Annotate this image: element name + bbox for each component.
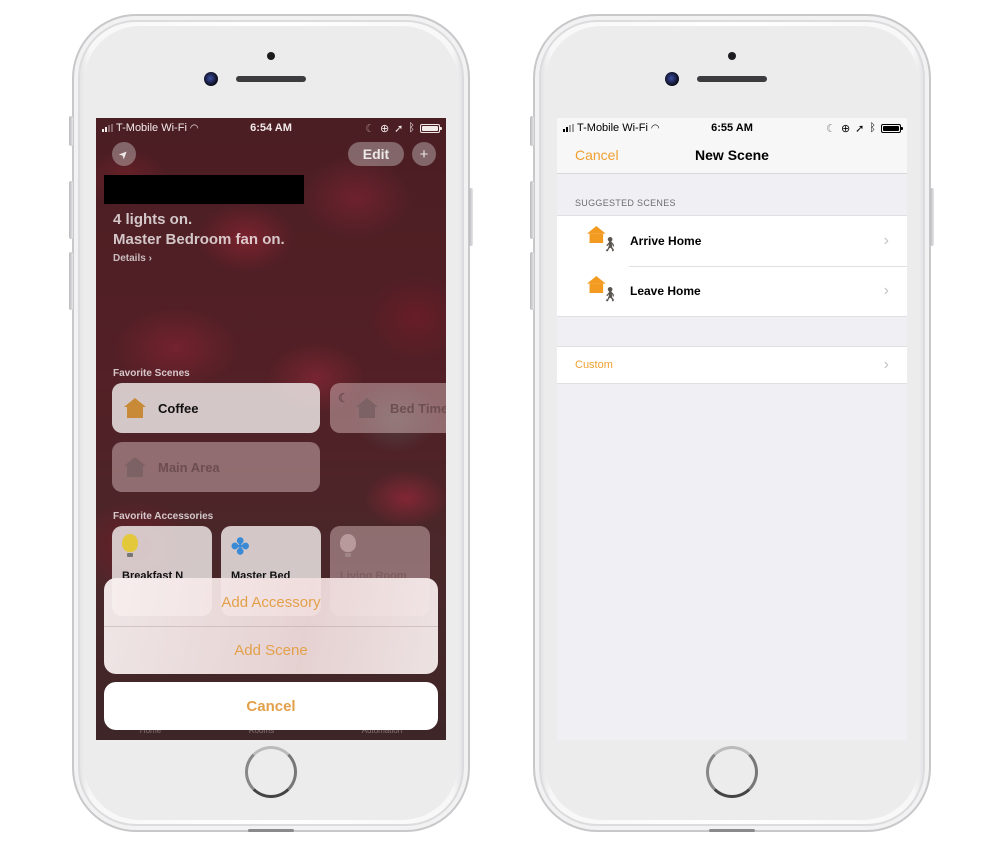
signal-icon bbox=[563, 124, 574, 132]
earpiece-speaker bbox=[236, 76, 306, 82]
scene-label: Leave Home bbox=[630, 284, 701, 298]
custom-scene-label: Custom bbox=[575, 359, 613, 371]
plus-icon: + bbox=[419, 145, 429, 163]
suggested-scenes-list: 🚶︎ Arrive Home › 🚶︎ Leave Home › bbox=[557, 215, 907, 317]
bluetooth-icon: ᛒ bbox=[408, 122, 415, 134]
status-line: Master Bedroom fan on. bbox=[113, 231, 285, 248]
orientation-lock-icon: ⊕ bbox=[840, 122, 851, 135]
status-time: 6:55 AM bbox=[711, 122, 753, 134]
wifi-icon: ◠ bbox=[189, 122, 199, 134]
house-icon bbox=[356, 398, 378, 418]
orientation-lock-icon: ⊕ bbox=[379, 122, 390, 135]
home-button[interactable] bbox=[245, 746, 297, 798]
favorite-accessories-label: Favorite Accessories bbox=[113, 511, 214, 522]
details-link[interactable]: Details › bbox=[113, 253, 152, 264]
leave-home-icon: 🚶︎ bbox=[587, 276, 619, 304]
chevron-right-icon: › bbox=[883, 282, 889, 299]
carrier-name: T-Mobile Wi-Fi bbox=[116, 122, 187, 134]
phone-frame-left: T-Mobile Wi-Fi ◠ 6:54 AM ☾ ⊕ ➚ ᛒ ➤ Edit … bbox=[69, 14, 473, 832]
add-scene-button[interactable]: Add Scene bbox=[104, 626, 438, 674]
suggested-scene-leave-home[interactable]: 🚶︎ Leave Home › bbox=[557, 266, 907, 316]
fan-icon: ✤ bbox=[231, 534, 250, 559]
mute-switch bbox=[69, 116, 73, 146]
lightbulb-icon bbox=[122, 534, 138, 560]
proximity-sensor bbox=[728, 52, 736, 60]
location-button[interactable]: ➤ bbox=[112, 142, 136, 166]
redacted-home-name bbox=[104, 175, 304, 204]
carrier-name: T-Mobile Wi-Fi bbox=[577, 122, 648, 134]
moon-icon: ☾ bbox=[338, 391, 349, 405]
action-sheet-cancel-button[interactable]: Cancel bbox=[104, 682, 438, 730]
bluetooth-icon: ᛒ bbox=[869, 122, 876, 134]
battery-icon bbox=[881, 123, 903, 133]
edit-button[interactable]: Edit bbox=[348, 142, 404, 166]
battery-icon bbox=[420, 123, 442, 133]
house-icon bbox=[124, 398, 146, 418]
custom-scene-list: Custom › bbox=[557, 346, 907, 384]
lightning-port bbox=[248, 829, 294, 832]
scene-name: Bed Time bbox=[390, 400, 446, 416]
custom-scene-row[interactable]: Custom › bbox=[557, 347, 907, 383]
earpiece-speaker bbox=[697, 76, 767, 82]
power-button bbox=[930, 188, 934, 246]
proximity-sensor bbox=[267, 52, 275, 60]
wifi-icon: ◠ bbox=[650, 122, 660, 134]
house-icon bbox=[124, 457, 146, 477]
suggested-scene-arrive-home[interactable]: 🚶︎ Arrive Home › bbox=[557, 216, 907, 266]
page-title: New Scene bbox=[695, 147, 769, 163]
action-sheet-options: Add Accessory Add Scene bbox=[104, 578, 438, 674]
scene-tile-coffee[interactable]: Coffee bbox=[112, 383, 320, 433]
phone-frame-right: T-Mobile Wi-Fi ◠ 6:55 AM ☾ ⊕ ➚ ᛒ Cancel … bbox=[530, 14, 934, 832]
home-button[interactable] bbox=[706, 746, 758, 798]
status-time: 6:54 AM bbox=[250, 122, 292, 134]
scene-name: Main Area bbox=[158, 459, 220, 475]
lightning-port bbox=[709, 829, 755, 832]
navigation-bar: Cancel New Scene bbox=[557, 138, 907, 174]
moon-icon: ☾ bbox=[826, 122, 836, 135]
add-button[interactable]: + bbox=[412, 142, 436, 166]
home-status-summary: 4 lights on. Master Bedroom fan on. bbox=[113, 210, 285, 250]
suggested-scenes-header: SUGGESTED SCENES bbox=[575, 198, 676, 208]
front-camera bbox=[204, 72, 218, 86]
volume-up-button bbox=[530, 181, 534, 239]
location-icon: ➚ bbox=[394, 122, 404, 135]
front-camera bbox=[665, 72, 679, 86]
scene-name: Coffee bbox=[158, 400, 199, 416]
moon-icon: ☾ bbox=[365, 122, 375, 135]
location-arrow-icon: ➤ bbox=[116, 146, 132, 162]
new-scene-screen: T-Mobile Wi-Fi ◠ 6:55 AM ☾ ⊕ ➚ ᛒ Cancel … bbox=[557, 118, 907, 740]
add-accessory-button[interactable]: Add Accessory bbox=[104, 578, 438, 626]
home-app-screen: T-Mobile Wi-Fi ◠ 6:54 AM ☾ ⊕ ➚ ᛒ ➤ Edit … bbox=[96, 118, 446, 740]
status-bar: T-Mobile Wi-Fi ◠ 6:55 AM ☾ ⊕ ➚ ᛒ bbox=[557, 118, 907, 138]
arrive-home-icon: 🚶︎ bbox=[587, 226, 619, 254]
status-line: 4 lights on. bbox=[113, 211, 193, 228]
status-bar: T-Mobile Wi-Fi ◠ 6:54 AM ☾ ⊕ ➚ ᛒ bbox=[96, 118, 446, 138]
scene-label: Arrive Home bbox=[630, 234, 702, 248]
volume-up-button bbox=[69, 181, 73, 239]
favorite-scenes-label: Favorite Scenes bbox=[113, 368, 190, 379]
scene-tile-bed-time[interactable]: ☾ Bed Time bbox=[330, 383, 446, 433]
location-icon: ➚ bbox=[855, 122, 865, 135]
volume-down-button bbox=[69, 252, 73, 310]
scene-tile-main-area[interactable]: Main Area bbox=[112, 442, 320, 492]
chevron-right-icon: › bbox=[883, 356, 889, 373]
volume-down-button bbox=[530, 252, 534, 310]
signal-icon bbox=[102, 124, 113, 132]
power-button bbox=[469, 188, 473, 246]
chevron-right-icon: › bbox=[883, 232, 889, 249]
lightbulb-icon bbox=[340, 534, 356, 560]
mute-switch bbox=[530, 116, 534, 146]
